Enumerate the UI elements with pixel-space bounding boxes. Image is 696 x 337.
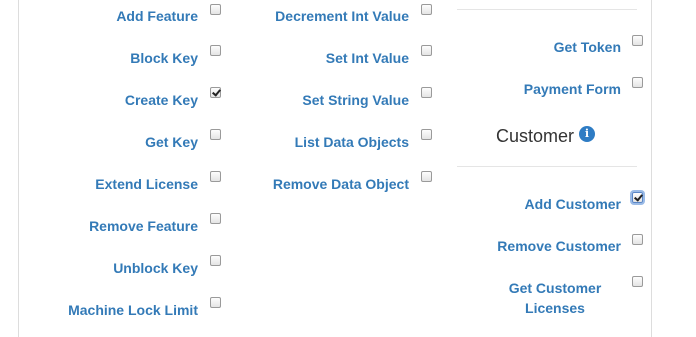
checkbox-add-customer[interactable] — [632, 192, 643, 203]
label-remove-customer[interactable]: Remove Customer — [459, 236, 621, 256]
checkbox-list-data-objects[interactable] — [421, 129, 432, 140]
customer-section-title: Customer — [496, 126, 575, 146]
label-get-key[interactable]: Get Key — [19, 132, 198, 152]
checkbox-set-string-value[interactable] — [421, 87, 432, 98]
checkbox-get-customer-licenses[interactable] — [632, 276, 643, 287]
label-list-data-objects[interactable]: List Data Objects — [219, 132, 409, 152]
checkbox-remove-data-object[interactable] — [421, 171, 432, 182]
checkbox-unblock-key[interactable] — [210, 255, 221, 266]
label-add-feature[interactable]: Add Feature — [19, 6, 198, 26]
label-decrement-int-value[interactable]: Decrement Int Value — [219, 6, 409, 26]
checkbox-machine-lock-limit[interactable] — [210, 297, 221, 308]
checkbox-remove-feature[interactable] — [210, 213, 221, 224]
label-remove-data-object[interactable]: Remove Data Object — [219, 174, 409, 194]
label-block-key[interactable]: Block Key — [19, 48, 198, 68]
permissions-panel: Add Feature Block Key Create Key Get Key… — [18, 0, 652, 337]
label-unblock-key[interactable]: Unblock Key — [19, 258, 198, 278]
section-divider — [457, 166, 637, 167]
info-circle-icon[interactable]: i — [579, 126, 595, 142]
label-extend-license[interactable]: Extend License — [19, 174, 198, 194]
checkbox-remove-customer[interactable] — [632, 234, 643, 245]
section-divider — [457, 9, 637, 10]
checkbox-decrement-int-value[interactable] — [421, 4, 432, 15]
checkbox-payment-form[interactable] — [632, 77, 643, 88]
checkbox-set-int-value[interactable] — [421, 45, 432, 56]
checkbox-get-token[interactable] — [632, 35, 643, 46]
label-payment-form[interactable]: Payment Form — [459, 79, 621, 99]
label-set-int-value[interactable]: Set Int Value — [219, 48, 409, 68]
label-create-key[interactable]: Create Key — [19, 90, 198, 110]
label-remove-feature[interactable]: Remove Feature — [19, 216, 198, 236]
label-set-string-value[interactable]: Set String Value — [219, 90, 409, 110]
label-add-customer[interactable]: Add Customer — [459, 194, 621, 214]
label-get-token[interactable]: Get Token — [459, 37, 621, 57]
label-machine-lock-limit[interactable]: Machine Lock Limit — [19, 300, 198, 320]
label-get-customer-licenses[interactable]: Get Customer Licenses — [489, 278, 621, 318]
